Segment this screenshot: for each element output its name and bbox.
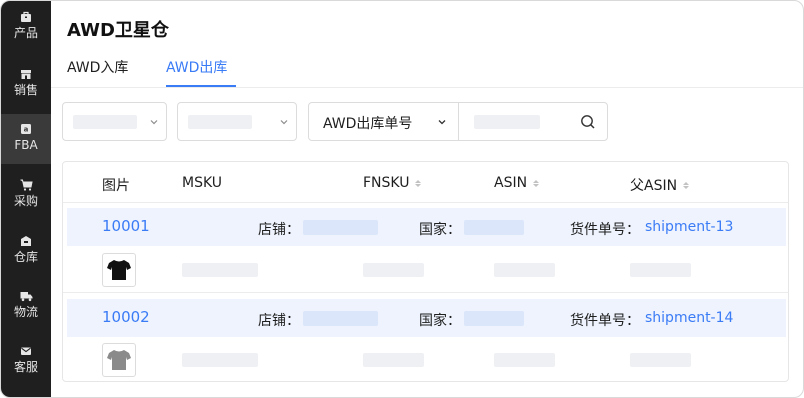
sidebar-item-label: 采购: [13, 194, 38, 208]
truck-icon: [20, 289, 33, 302]
black-tshirt-image: [107, 260, 131, 280]
amazon-icon: a: [20, 122, 33, 135]
sidebar-item-warehouse[interactable]: 仓库: [1, 234, 51, 272]
mail-icon: [20, 344, 33, 357]
sidebar-item-label: 产品: [13, 26, 38, 40]
sidebar-item-label: 仓库: [13, 250, 38, 264]
filter-select-1[interactable]: [62, 102, 167, 141]
row-divider: [63, 292, 788, 293]
sort-icon[interactable]: [533, 179, 540, 187]
gray-tshirt-image: [107, 350, 131, 370]
parent-asin-placeholder: [630, 353, 691, 367]
order-id-link[interactable]: 10001: [102, 217, 150, 235]
svg-text:a: a: [24, 125, 29, 133]
select-placeholder: [188, 115, 252, 129]
sort-icon[interactable]: [415, 179, 422, 187]
group-header: 10001 店铺： 国家： 货件单号： shipment-13: [67, 208, 786, 246]
msku-placeholder: [182, 353, 258, 367]
search-field-label: AWD出库单号: [323, 116, 413, 132]
sidebar-item-label: 物流: [13, 305, 38, 319]
shipment-label: 货件单号：: [570, 222, 640, 238]
column-header-msku: MSKU: [182, 175, 223, 191]
product-thumbnail[interactable]: [102, 343, 136, 377]
column-header-asin[interactable]: ASIN: [494, 175, 540, 191]
country-value-placeholder: [464, 311, 524, 326]
country-value-placeholder: [464, 220, 524, 235]
search-input[interactable]: [458, 102, 608, 141]
msku-placeholder: [182, 263, 258, 277]
shop-value-placeholder: [303, 311, 378, 326]
shipment-label: 货件单号：: [570, 313, 640, 329]
product-thumbnail[interactable]: [102, 253, 136, 287]
sidebar-item-sales[interactable]: 销售: [1, 67, 51, 105]
chevron-down-icon: [280, 120, 288, 125]
country-label: 国家：: [419, 222, 461, 238]
group-header: 10002 店铺： 国家： 货件单号： shipment-14: [67, 299, 786, 337]
sort-icon[interactable]: [683, 181, 690, 189]
tab-awd-inbound[interactable]: AWD入库: [67, 57, 128, 77]
sidebar-item-product[interactable]: 产品: [1, 10, 51, 48]
search-field-select[interactable]: AWD出库单号: [308, 102, 459, 141]
fnsku-placeholder: [363, 263, 424, 277]
sidebar-item-label: 客服: [13, 360, 38, 374]
fnsku-placeholder: [363, 353, 424, 367]
sidebar-item-fba[interactable]: a FBA: [1, 114, 51, 164]
sidebar-item-service[interactable]: 客服: [1, 344, 51, 382]
shop-label: 店铺：: [258, 313, 300, 329]
chevron-down-icon: [438, 120, 446, 125]
shipment-link[interactable]: shipment-14: [645, 310, 733, 326]
asin-placeholder: [494, 353, 555, 367]
header-divider: [63, 202, 788, 203]
country-label: 国家：: [419, 313, 461, 329]
parent-asin-placeholder: [630, 263, 691, 277]
shop-value-placeholder: [303, 220, 378, 235]
sidebar-item-logistics[interactable]: 物流: [1, 289, 51, 327]
shop-label: 店铺：: [258, 222, 300, 238]
order-id-link[interactable]: 10002: [102, 308, 150, 326]
select-placeholder: [73, 115, 137, 129]
filter-select-2[interactable]: [177, 102, 297, 141]
page-title: AWD卫星仓: [67, 20, 169, 41]
column-header-image: 图片: [102, 178, 130, 194]
sidebar-item-label: FBA: [14, 138, 38, 152]
tabs-divider: [51, 87, 803, 88]
tab-awd-outbound[interactable]: AWD出库: [166, 57, 227, 77]
column-header-fnsku[interactable]: FNSKU: [363, 175, 422, 191]
outbound-table: 图片 MSKU FNSKU ASIN 父ASIN 10001 店铺： 国家： 货…: [62, 161, 789, 382]
search-input-placeholder: [474, 115, 540, 129]
app-window: 产品 销售 a FBA 采购 仓库 物流 客服 AWD卫星仓 AWD入库 AWD…: [0, 0, 804, 398]
search-icon[interactable]: [580, 114, 596, 130]
chevron-down-icon: [150, 120, 158, 125]
shipment-link[interactable]: shipment-13: [645, 219, 733, 235]
warehouse-icon: [20, 234, 33, 247]
sidebar: 产品 销售 a FBA 采购 仓库 物流 客服: [1, 1, 51, 397]
sidebar-item-label: 销售: [13, 83, 38, 97]
column-header-parent-asin[interactable]: 父ASIN: [630, 175, 690, 195]
cart-icon: [20, 178, 33, 191]
store-icon: [20, 67, 33, 80]
product-icon: [20, 10, 33, 23]
asin-placeholder: [494, 263, 555, 277]
sidebar-item-purchase[interactable]: 采购: [1, 178, 51, 216]
